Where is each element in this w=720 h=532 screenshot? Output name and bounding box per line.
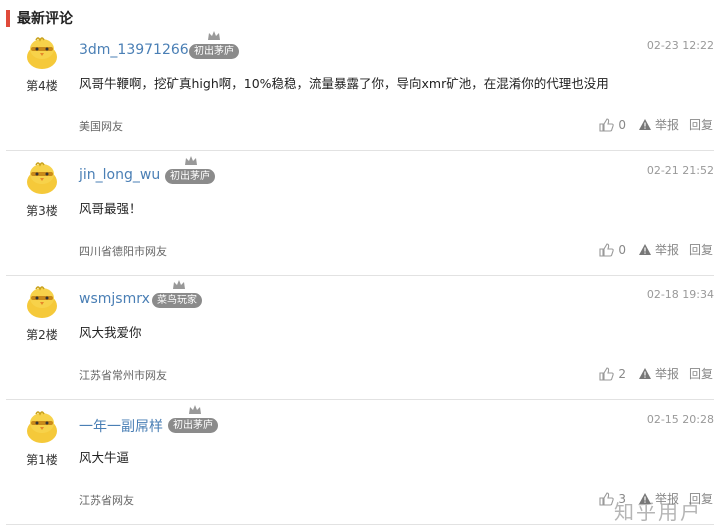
like-count: 0 — [618, 117, 626, 132]
comment-text: 风大牛逼 — [79, 450, 130, 465]
comment-item: 第1楼 一年一副屌样 初出茅庐 02-15 20:28 风大牛逼 江苏省网友 3… — [0, 401, 720, 525]
username-link[interactable]: 一年一副屌样 — [79, 416, 163, 436]
username-link[interactable]: 3dm_13971266 — [79, 42, 189, 58]
location-label: 江苏省常州市网友 — [79, 369, 167, 382]
crown-icon — [208, 31, 220, 40]
floor-label: 第3楼 — [26, 204, 58, 218]
divider — [6, 524, 714, 525]
report-label: 举报 — [654, 243, 679, 257]
avatar[interactable] — [22, 284, 62, 320]
comment-item: 第3楼 jin_long_wu 初出茅庐 02-21 21:52 风哥最强！ 四… — [0, 152, 720, 276]
report-label: 举报 — [654, 118, 679, 132]
chick-avatar-icon — [27, 162, 57, 194]
thumbs-up-icon — [599, 242, 615, 257]
comment-item: 第2楼 wsmjsmrx 菜鸟玩家 02-18 19:34 风大我爱你 江苏省常… — [0, 276, 720, 400]
reply-button[interactable]: 回复 — [689, 365, 713, 382]
crown-icon — [173, 280, 185, 289]
level-badge: 菜鸟玩家 — [152, 293, 202, 308]
timestamp: 02-23 12:22 — [646, 39, 714, 52]
section-title: 最新评论 — [17, 11, 73, 27]
floor-label: 第1楼 — [26, 453, 58, 467]
username-link[interactable]: wsmjsmrx — [79, 291, 150, 307]
report-button[interactable]: 举报 — [638, 241, 679, 258]
level-badge: 初出茅庐 — [189, 44, 239, 59]
comment-actions: 2 举报 回复 — [599, 365, 713, 382]
thumbs-up-icon — [599, 117, 615, 132]
thumbs-up-icon — [599, 366, 615, 381]
warning-icon — [638, 368, 651, 379]
like-button[interactable]: 2 — [599, 367, 626, 381]
report-button[interactable]: 举报 — [638, 365, 679, 382]
level-badge: 初出茅庐 — [165, 169, 215, 184]
floor-label: 第2楼 — [26, 328, 58, 342]
username-link[interactable]: jin_long_wu — [79, 167, 160, 183]
like-count: 0 — [618, 242, 626, 257]
avatar[interactable] — [22, 409, 62, 445]
like-count: 2 — [618, 366, 626, 381]
comment-text: 风哥牛鞭啊，挖矿真high啊，10%稳稳，流量暴露了你，导向xmr矿池，在混淆你… — [79, 76, 609, 91]
reply-button[interactable]: 回复 — [689, 241, 713, 258]
location-label: 四川省德阳市网友 — [79, 245, 167, 258]
comment-text: 风哥最强！ — [79, 201, 142, 216]
report-button[interactable]: 举报 — [638, 116, 679, 133]
timestamp: 02-15 20:28 — [646, 413, 714, 426]
floor-label: 第4楼 — [26, 79, 58, 93]
comment-actions: 0 举报 回复 — [599, 241, 713, 258]
watermark: 知乎用户 — [614, 500, 702, 524]
divider — [6, 399, 714, 400]
location-label: 美国网友 — [79, 120, 123, 133]
comment-actions: 0 举报 回复 — [599, 116, 713, 133]
chick-avatar-icon — [27, 286, 57, 318]
crown-icon — [189, 405, 201, 414]
timestamp: 02-18 19:34 — [646, 288, 714, 301]
section-accent-bar — [6, 10, 10, 27]
like-button[interactable]: 0 — [599, 118, 626, 132]
avatar[interactable] — [22, 160, 62, 196]
level-badge: 初出茅庐 — [168, 418, 218, 433]
reply-button[interactable]: 回复 — [689, 116, 713, 133]
location-label: 江苏省网友 — [79, 494, 134, 507]
timestamp: 02-21 21:52 — [646, 164, 714, 177]
warning-icon — [638, 119, 651, 130]
divider — [6, 150, 714, 151]
warning-icon — [638, 244, 651, 255]
report-label: 举报 — [654, 367, 679, 381]
chick-avatar-icon — [27, 411, 57, 443]
avatar[interactable] — [22, 35, 62, 71]
comment-item: 第4楼 3dm_13971266 初出茅庐 02-23 12:22 风哥牛鞭啊，… — [0, 27, 720, 151]
comment-text: 风大我爱你 — [79, 325, 142, 340]
chick-avatar-icon — [27, 37, 57, 69]
crown-icon — [185, 156, 197, 165]
thumbs-up-icon — [599, 491, 615, 506]
like-button[interactable]: 0 — [599, 243, 626, 257]
